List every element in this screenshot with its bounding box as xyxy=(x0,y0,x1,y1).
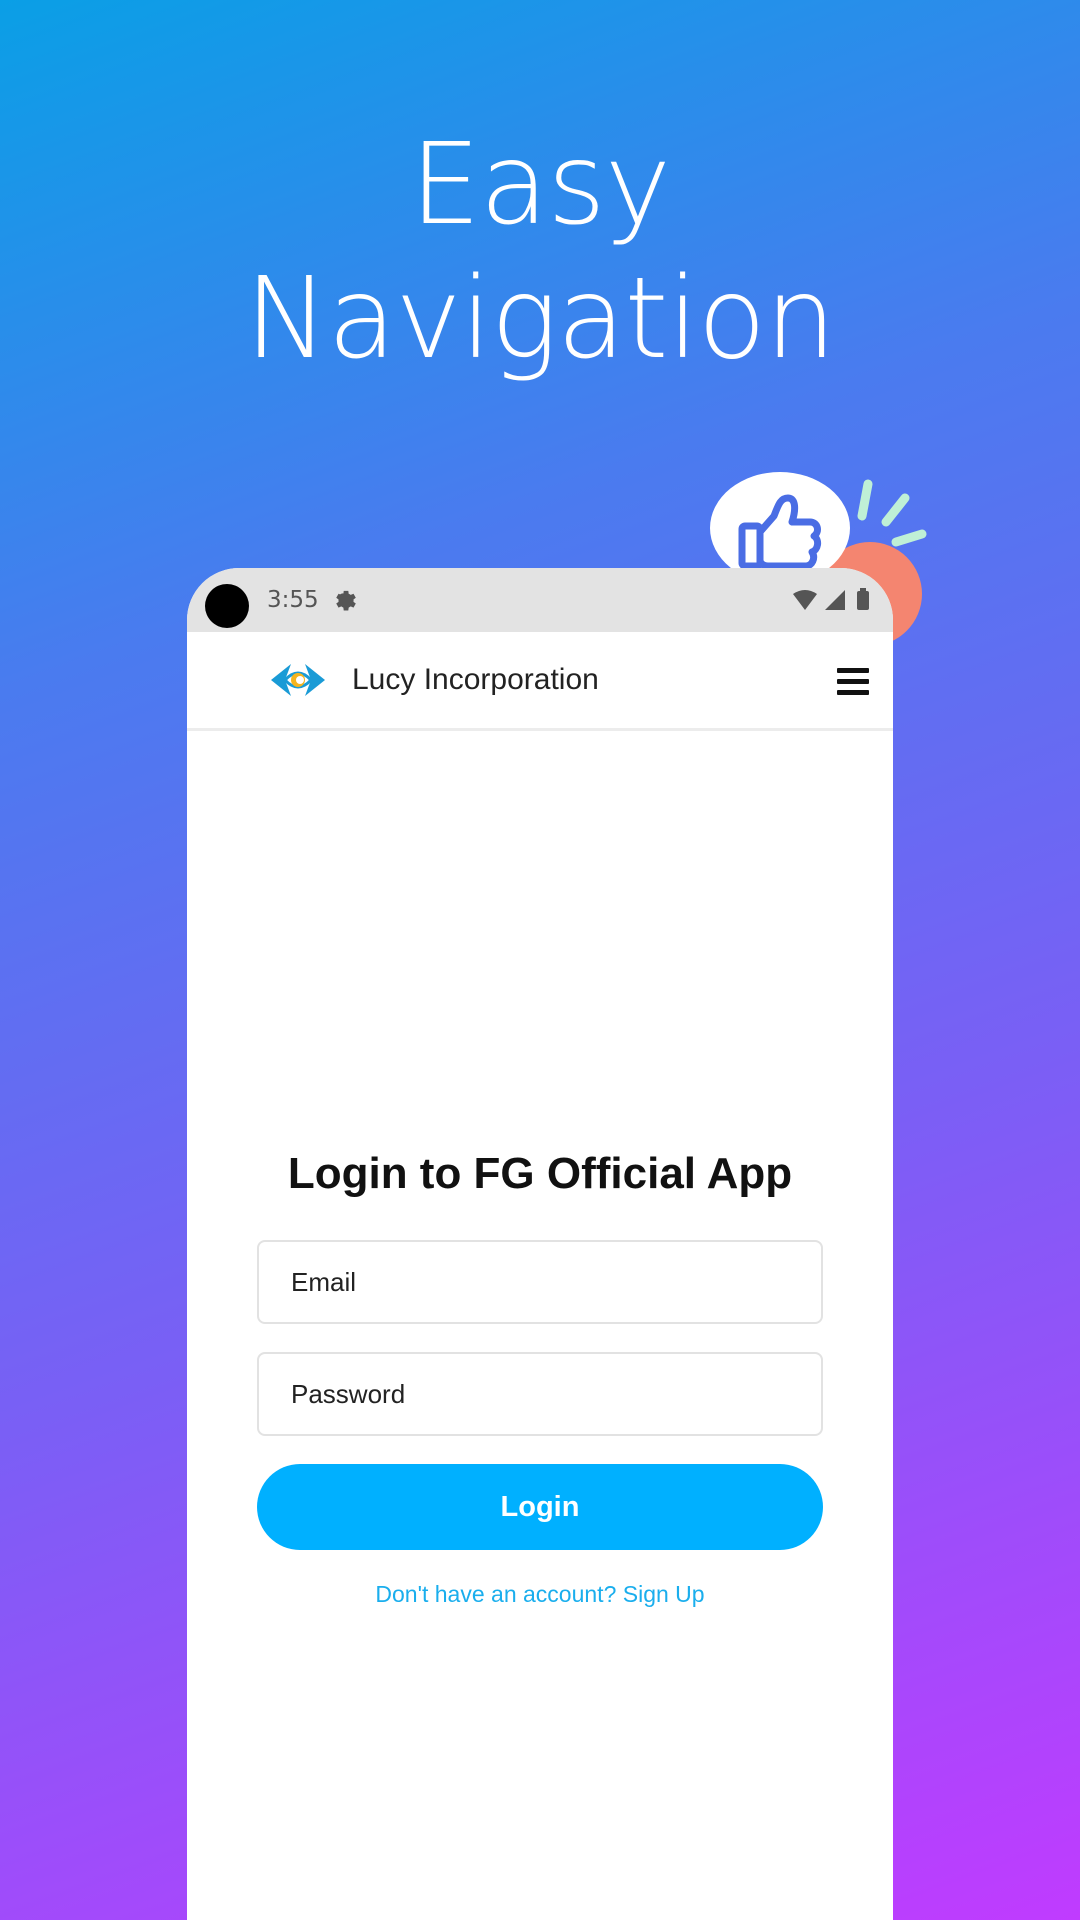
app-bar: Lucy Incorporation xyxy=(187,632,893,731)
gear-icon xyxy=(336,590,356,611)
headline-line-2: Navigation xyxy=(244,254,836,384)
headline: Easy Navigation xyxy=(0,118,1080,386)
login-button[interactable]: Login xyxy=(257,1464,823,1550)
camera-cutout xyxy=(205,584,249,628)
hamburger-menu-icon[interactable] xyxy=(837,668,869,695)
battery-icon xyxy=(857,591,869,610)
headline-line-1: Easy xyxy=(409,120,671,250)
wifi-icon xyxy=(793,590,817,610)
password-input[interactable] xyxy=(259,1354,821,1434)
status-icons xyxy=(793,588,869,610)
login-title: Login to FG Official App xyxy=(287,1149,793,1198)
app-title: Lucy Incorporation xyxy=(352,663,599,696)
email-input[interactable] xyxy=(259,1242,821,1322)
status-time: 3:55 xyxy=(267,587,319,613)
signup-link[interactable]: Don't have an account? Sign Up xyxy=(187,1580,893,1608)
email-field[interactable] xyxy=(257,1240,823,1324)
signal-icon xyxy=(825,590,845,610)
phone-frame: 3:55 Lucy Incorporation Login to FG Offi… xyxy=(187,568,893,1920)
password-field[interactable] xyxy=(257,1352,823,1436)
lucy-logo xyxy=(271,664,325,696)
status-bar: 3:55 xyxy=(187,568,893,632)
